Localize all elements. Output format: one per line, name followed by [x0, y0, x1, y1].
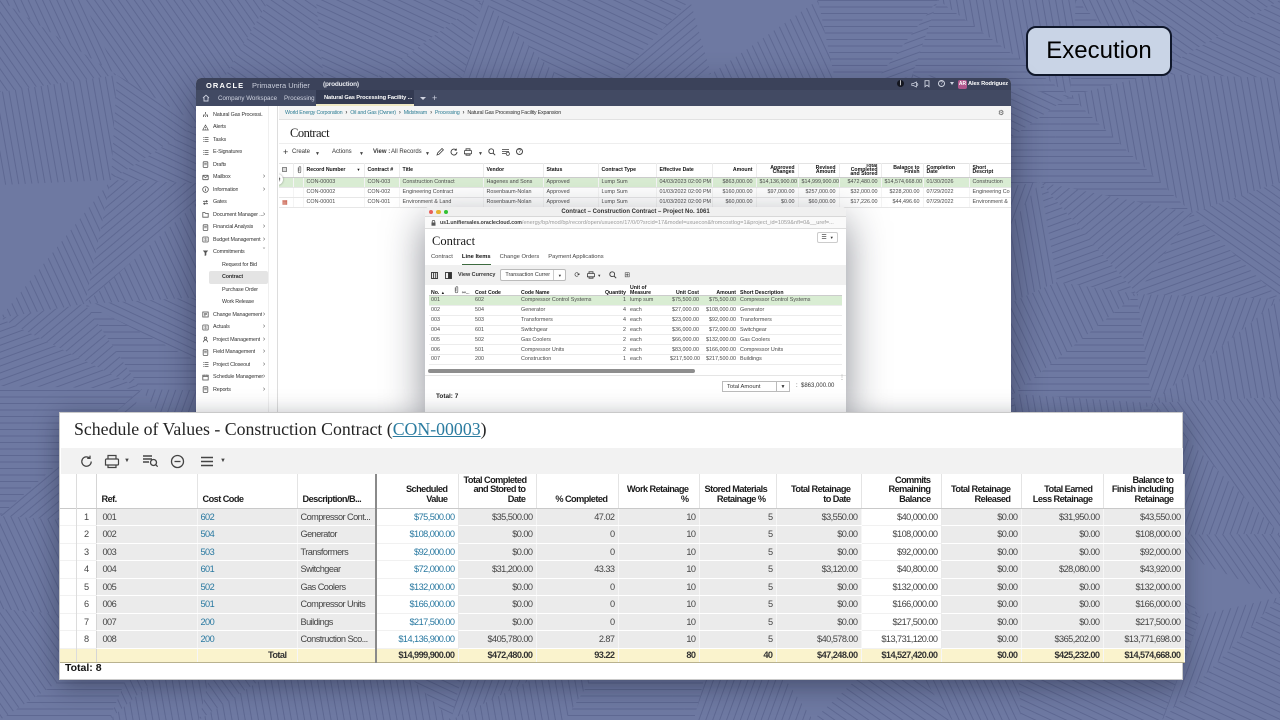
svg-text:$: $ [204, 325, 207, 330]
svg-text:$: $ [204, 237, 207, 242]
